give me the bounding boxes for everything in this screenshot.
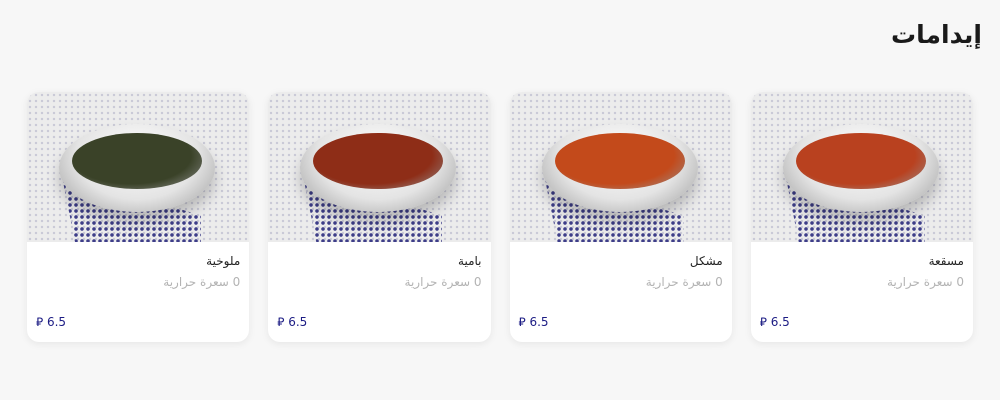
dish-calories: 0 سعرة حرارية <box>887 275 964 289</box>
bowl-icon <box>541 124 698 212</box>
dish-name: ملوخية <box>206 254 241 268</box>
dish-card[interactable]: مسقعة 0 سعرة حرارية ⃁ 6.5 <box>750 92 973 342</box>
dish-name: مشكل <box>689 254 723 268</box>
dish-card[interactable]: بامية 0 سعرة حرارية ⃁ 6.5 <box>268 92 491 342</box>
dish-card[interactable]: ملوخية 0 سعرة حرارية ⃁ 6.5 <box>27 92 250 342</box>
dish-price: ⃁ 6.5 <box>759 315 790 329</box>
dish-price: ⃁ 6.5 <box>36 315 67 329</box>
dish-card-list: مسقعة 0 سعرة حرارية ⃁ 6.5 مشكل 0 سعرة حر… <box>27 92 973 342</box>
bowl-icon <box>782 124 939 212</box>
bowl-icon <box>59 124 215 212</box>
section-title: إيدامات <box>891 20 982 49</box>
currency-icon: ⃁ <box>518 315 526 329</box>
dish-price: ⃁ 6.5 <box>518 315 549 329</box>
dish-name: مسقعة <box>928 254 964 268</box>
dish-calories: 0 سعرة حرارية <box>645 275 723 289</box>
dish-card[interactable]: مشكل 0 سعرة حرارية ⃁ 6.5 <box>509 92 732 342</box>
dish-price: ⃁ 6.5 <box>277 315 308 329</box>
dish-image <box>509 92 732 242</box>
bowl-icon <box>300 124 457 212</box>
currency-icon: ⃁ <box>759 315 767 329</box>
dish-image <box>750 92 973 242</box>
dish-calories: 0 سعرة حرارية <box>404 275 482 289</box>
currency-icon: ⃁ <box>277 315 285 329</box>
dish-calories: 0 سعرة حرارية <box>163 275 241 289</box>
dish-name: بامية <box>458 254 482 268</box>
dish-image <box>268 92 491 242</box>
dish-image <box>27 92 250 242</box>
currency-icon: ⃁ <box>36 315 44 329</box>
